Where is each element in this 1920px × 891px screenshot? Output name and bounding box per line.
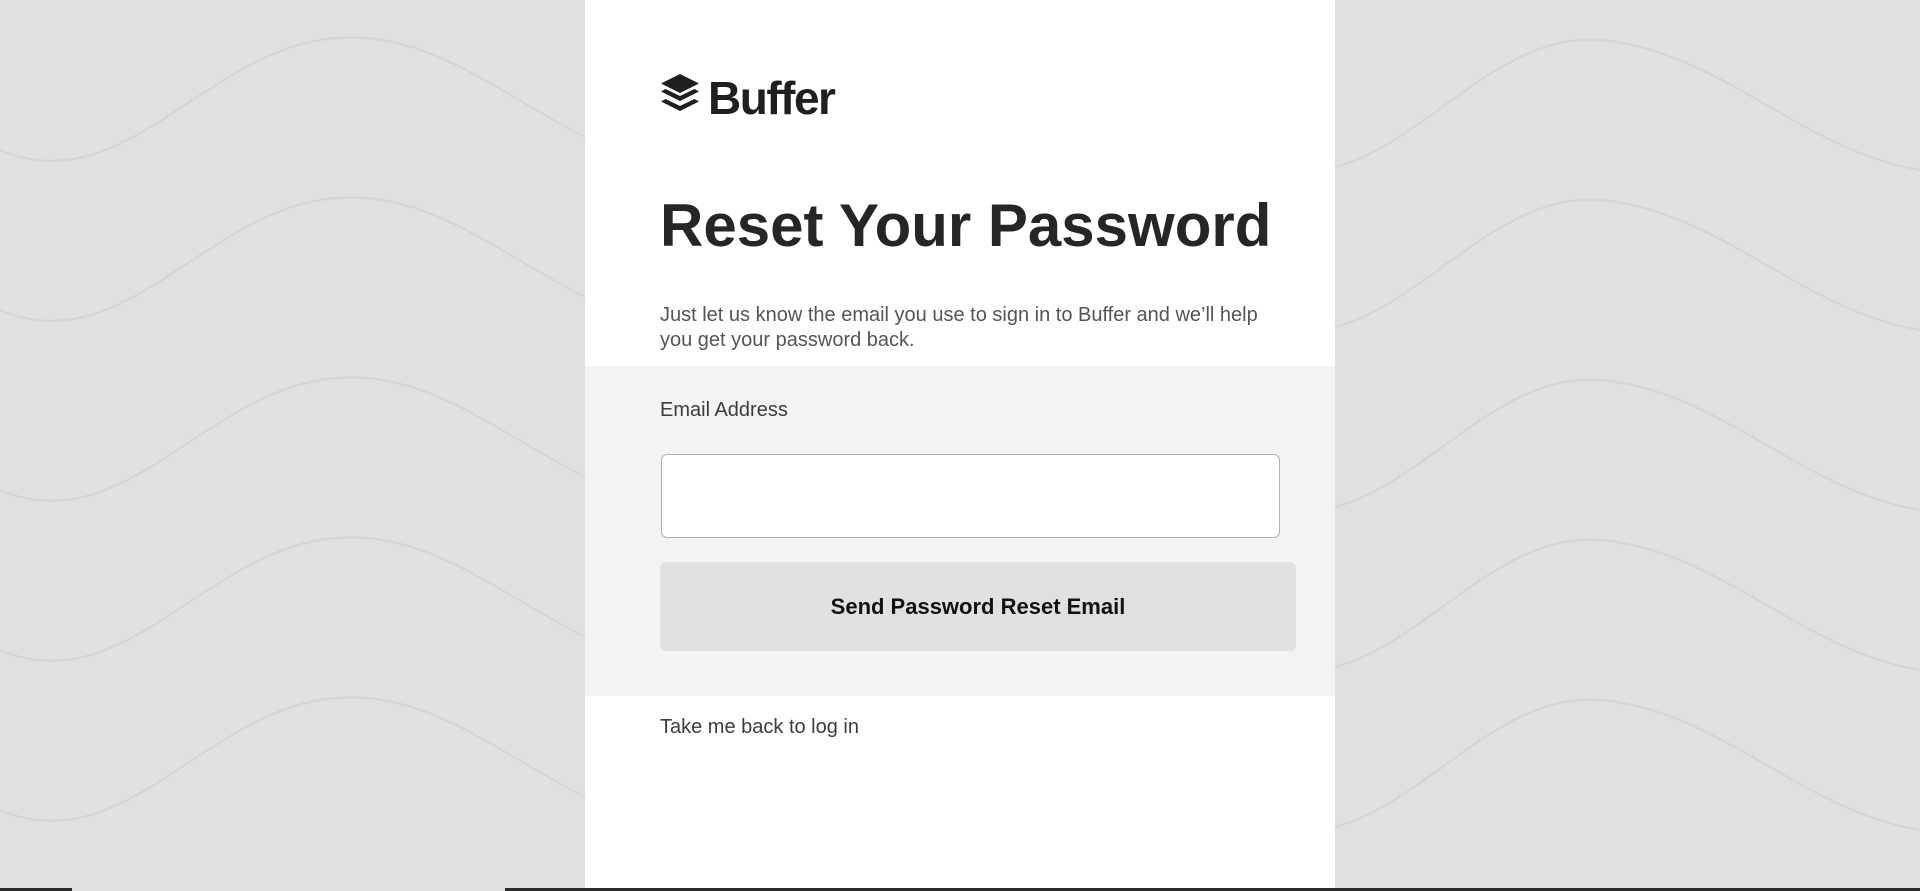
email-label: Email Address <box>660 399 788 421</box>
buffer-layers-icon <box>660 73 700 122</box>
brand-name: Buffer <box>708 71 836 124</box>
reset-password-panel: Buffer Reset Your Password Just let us k… <box>585 0 1335 891</box>
buffer-logo[interactable]: Buffer <box>660 71 836 124</box>
page-subtitle: Just let us know the email you use to si… <box>660 304 1258 351</box>
back-to-login-link[interactable]: Take me back to log in <box>660 716 859 739</box>
send-reset-email-button[interactable]: Send Password Reset Email <box>660 562 1296 651</box>
email-input[interactable] <box>661 454 1280 538</box>
page-title: Reset Your Password <box>660 192 1272 259</box>
